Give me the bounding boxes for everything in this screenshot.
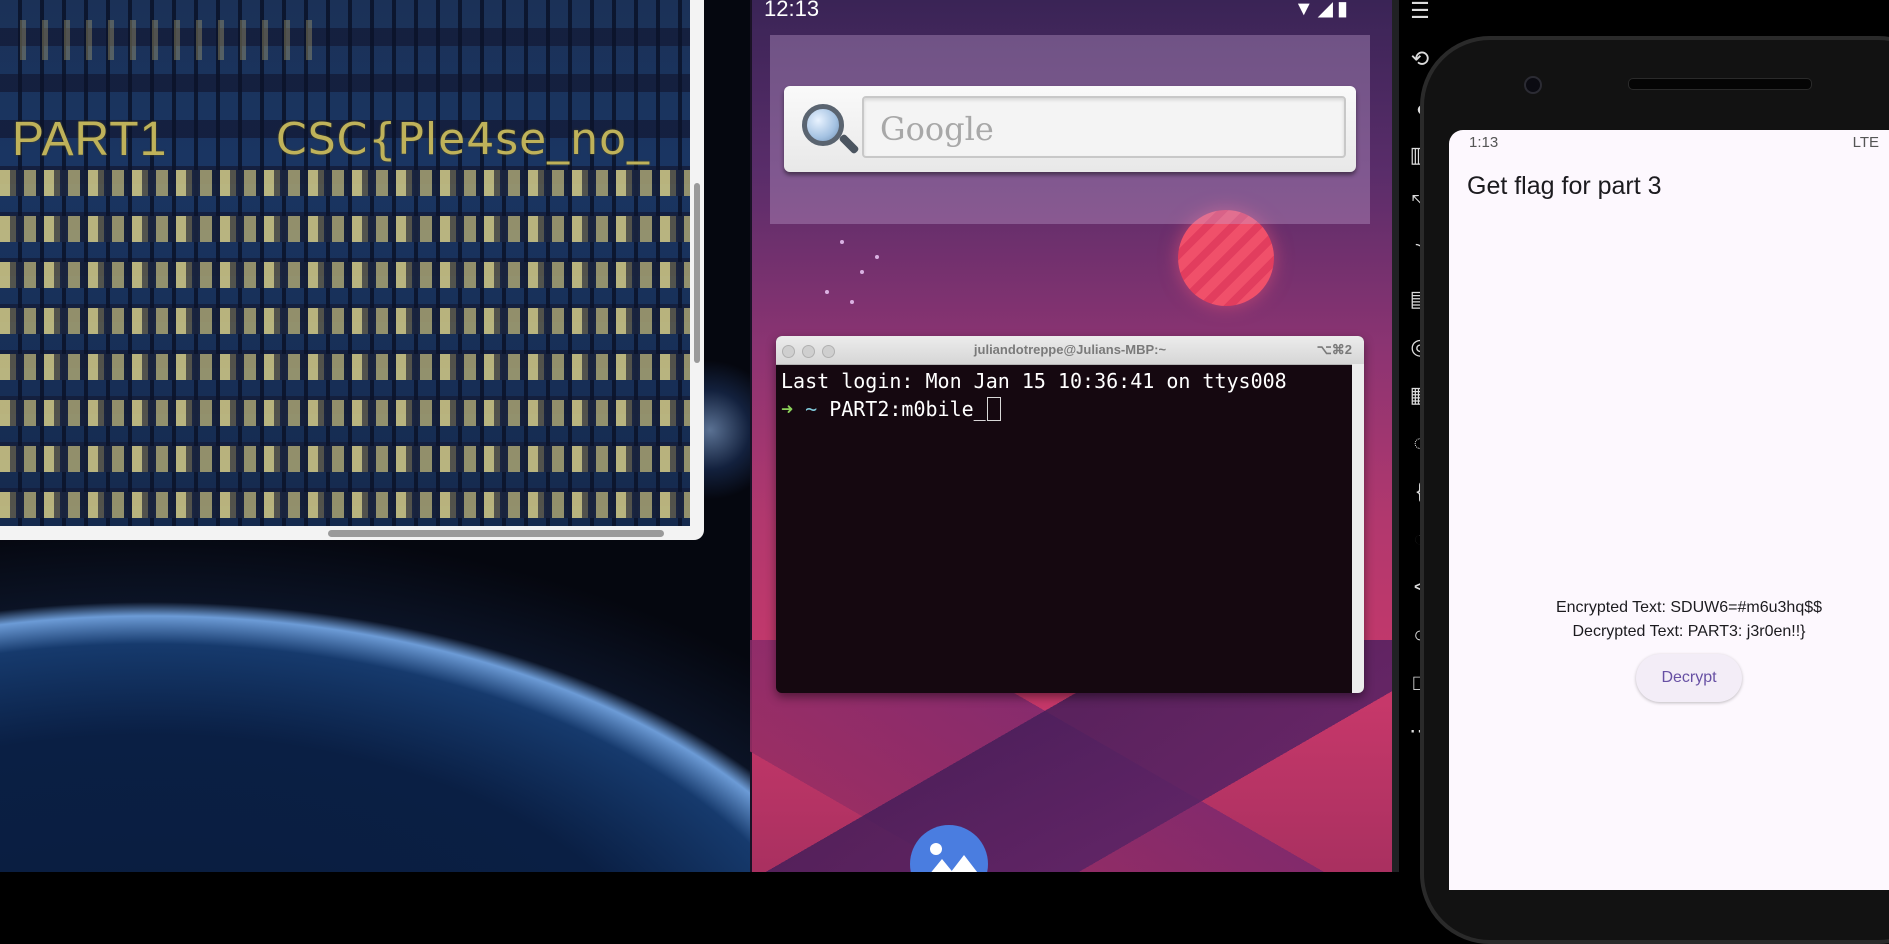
prompt-directory: ~: [805, 397, 818, 421]
status-icons: ▼◢▮: [1293, 0, 1352, 20]
sparkle: [840, 240, 844, 244]
phone-screen[interactable]: 1:13 LTE Get flag for part 3 Encrypted T…: [1449, 130, 1889, 890]
photos-sun: [930, 843, 942, 855]
emulator-toolbar-edge: [1392, 0, 1399, 872]
prompt-arrow-icon: ➜: [781, 397, 794, 421]
terminal-scrollbar[interactable]: [1352, 364, 1364, 693]
encrypted-text: Encrypted Text: SDUW6=#m6u3hq$$: [1555, 599, 1823, 616]
phone-network-indicator: LTE: [1852, 134, 1879, 151]
sparkle: [825, 290, 829, 294]
horizontal-scrollbar[interactable]: [328, 530, 664, 537]
status-clock: 12:13: [764, 0, 820, 21]
front-camera: [1524, 76, 1542, 94]
building-photo: PART1 CSC{Ple4se_no_: [0, 0, 690, 526]
magnifier-icon[interactable]: [802, 104, 844, 146]
upper-windows: [20, 20, 320, 60]
decrypt-button[interactable]: Decrypt: [1636, 654, 1742, 702]
terminal-line-login: Last login: Mon Jan 15 10:36:41 on ttys0…: [781, 369, 1287, 393]
terminal-command: PART2:m0bile_: [829, 397, 986, 421]
terminal-titlebar[interactable]: juliandotreppe@Julians-MBP:~ ⌥⌘2: [776, 336, 1364, 365]
image-viewer-window[interactable]: PART1 CSC{Ple4se_no_: [0, 0, 704, 540]
vertical-scrollbar[interactable]: [694, 183, 700, 363]
photos-hill: [944, 855, 984, 872]
sparkle: [860, 270, 864, 274]
magnifier-handle: [838, 133, 860, 155]
planet-graphic: [1178, 210, 1274, 306]
phone-status-time: 1:13: [1469, 134, 1499, 151]
sparkle: [875, 255, 879, 259]
google-search-widget[interactable]: Google: [784, 86, 1356, 172]
photo-flag-text: CSC{Ple4se_no_: [276, 114, 650, 165]
terminal-output[interactable]: Last login: Mon Jan 15 10:36:41 on ttys0…: [781, 367, 1350, 693]
terminal-window[interactable]: juliandotreppe@Julians-MBP:~ ⌥⌘2 Last lo…: [776, 336, 1364, 693]
app-bar-title: Get flag for part 3: [1467, 172, 1662, 200]
menu-icon[interactable]: ☰: [1404, 0, 1436, 24]
decrypt-panel: Encrypted Text: SDUW6=#m6u3hq$$ Decrypte…: [1449, 596, 1889, 702]
photo-part-label: PART1: [12, 113, 168, 166]
text-cursor: [986, 397, 1001, 421]
terminal-shortcut: ⌥⌘2: [1316, 342, 1352, 357]
terminal-title: juliandotreppe@Julians-MBP:~: [973, 342, 1167, 357]
decrypted-text: Decrypted Text: PART3: j3r0en!!}: [1572, 623, 1806, 640]
android-home-screen: 12:13 ▼◢▮ Google juliandotreppe@Julians-…: [750, 0, 1392, 872]
sparkle: [850, 300, 854, 304]
google-search-input[interactable]: Google: [862, 96, 1346, 158]
terminal-prompt-line: ➜ ~ PART2:m0bile_: [781, 395, 1350, 423]
earpiece-speaker: [1628, 78, 1812, 90]
lit-windows: [0, 170, 690, 526]
